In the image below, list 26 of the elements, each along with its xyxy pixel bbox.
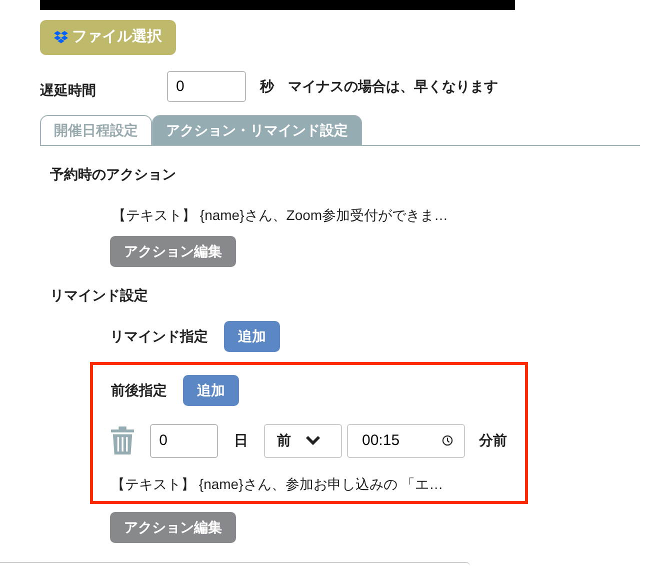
unit-label: 秒 (260, 76, 274, 96)
add-button[interactable]: 追加 (183, 374, 239, 406)
delay-note: マイナスの場合は、早くなります (288, 76, 498, 96)
action-edit-button[interactable]: アクション編集 (110, 236, 236, 266)
file-select-button[interactable]: ファイル選択 (40, 20, 176, 54)
remind-label: リマインド指定 (110, 326, 208, 346)
clock-icon (442, 434, 453, 446)
relative-label: 前後指定 (111, 380, 167, 400)
day-unit: 日 (234, 431, 248, 450)
add-button[interactable]: 追加 (224, 320, 280, 352)
action-edit-button[interactable]: アクション編集 (110, 512, 236, 542)
box-icon (54, 30, 68, 44)
delay-input[interactable]: 0 (167, 70, 246, 102)
tab[interactable]: 開催日程設定 (40, 114, 152, 144)
tab[interactable]: アクション・リマインド設定 (152, 114, 362, 144)
days-input[interactable]: 0 (150, 424, 218, 458)
action-summary: 【テキスト】 {name}さん、参加お申し込みの 「エ… (111, 474, 444, 494)
section-heading: 予約時のアクション (50, 164, 177, 184)
time-field[interactable]: 00:15 (347, 424, 465, 458)
section-heading: リマインド設定 (50, 286, 149, 304)
trash-icon (111, 426, 134, 455)
direction-select[interactable]: 前 (264, 424, 342, 458)
delay-label: 遅延時間 (40, 80, 97, 100)
action-summary: 【テキスト】 {name}さん、Zoom参加受付ができま… (112, 206, 450, 225)
chevron-down-icon (305, 435, 322, 446)
minutes-before-label: 分前 (479, 431, 507, 450)
